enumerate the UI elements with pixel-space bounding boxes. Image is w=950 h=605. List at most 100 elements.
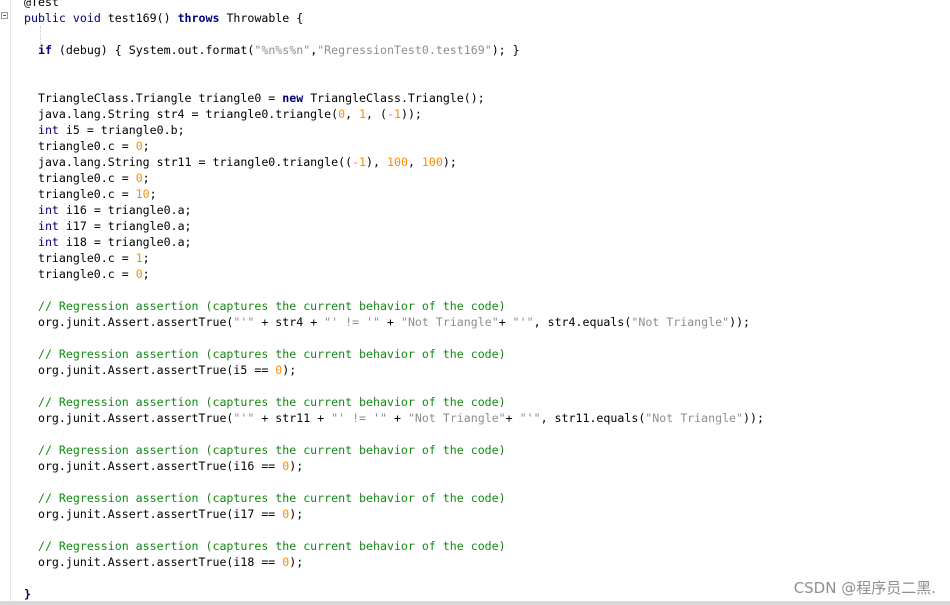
number-literal: 100	[386, 155, 408, 169]
comment: // Regression assertion (captures the cu…	[24, 443, 506, 457]
string-literal: "'"	[233, 411, 255, 425]
horizontal-scrollbar[interactable]	[0, 601, 950, 605]
code-text: );	[289, 507, 304, 521]
code-line[interactable]: int i17 = triangle0.a;	[24, 218, 764, 234]
code-text: @Test	[24, 0, 59, 9]
code-line[interactable]: int i16 = triangle0.a;	[24, 202, 764, 218]
string-literal: "Not Triangle"	[631, 315, 730, 329]
code-text: TriangleClass.Triangle triangle0 =	[24, 91, 283, 105]
code-line[interactable]: int i5 = triangle0.b;	[24, 122, 764, 138]
code-text: , str4.equals(	[533, 315, 632, 329]
keyword: }	[24, 587, 31, 601]
code-text: i17 = triangle0.a;	[58, 219, 192, 233]
code-line[interactable]: int i18 = triangle0.a;	[24, 234, 764, 250]
code-line[interactable]: // Regression assertion (captures the cu…	[24, 490, 764, 506]
code-line[interactable]: triangle0.c = 1;	[24, 250, 764, 266]
number-literal: -1	[352, 155, 367, 169]
keyword: if	[37, 43, 52, 57]
code-text: i16 = triangle0.a;	[58, 203, 192, 217]
code-text: triangle0.c =	[24, 251, 136, 265]
code-text: ;	[142, 171, 150, 185]
code-line[interactable]: // Regression assertion (captures the cu…	[24, 442, 764, 458]
code-line[interactable]: triangle0.c = 0;	[24, 170, 764, 186]
collapse-fold-icon[interactable]	[1, 12, 8, 19]
code-line[interactable]: org.junit.Assert.assertTrue("'" + str11 …	[24, 410, 764, 426]
code-line[interactable]	[24, 474, 764, 490]
string-literal: "Not Triangle"	[645, 411, 744, 425]
code-text: ),	[366, 155, 387, 169]
code-line[interactable]: triangle0.c = 0;	[24, 266, 764, 282]
string-literal: "'"	[519, 411, 541, 425]
code-text: ,	[345, 107, 360, 121]
code-line[interactable]	[24, 330, 764, 346]
code-text: org.junit.Assert.assertTrue(i5 ==	[24, 363, 276, 377]
editor-gutter	[0, 0, 11, 605]
code-line[interactable]	[24, 74, 764, 90]
code-line[interactable]	[24, 522, 764, 538]
code-line[interactable]: public void test169() throws Throwable {	[24, 10, 764, 26]
code-text: org.junit.Assert.assertTrue(i17 ==	[24, 507, 283, 521]
code-text: ));	[729, 315, 751, 329]
code-text: +	[498, 315, 513, 329]
code-line[interactable]	[24, 378, 764, 394]
type-keyword: int	[37, 219, 59, 233]
code-line[interactable]	[24, 282, 764, 298]
number-literal: 0	[135, 267, 143, 281]
code-text: ); }	[491, 43, 520, 57]
code-text: + str4 +	[254, 315, 325, 329]
code-line[interactable]: // Regression assertion (captures the cu…	[24, 394, 764, 410]
number-literal: -1	[387, 107, 401, 121]
code-text: java.lang.String str11 = triangle0.trian…	[24, 155, 353, 169]
code-line[interactable]: TriangleClass.Triangle triangle0 = new T…	[24, 90, 764, 106]
string-literal: "Not Triangle"	[407, 411, 506, 425]
code-text: org.junit.Assert.assertTrue(i18 ==	[24, 555, 283, 569]
code-line[interactable]: // Regression assertion (captures the cu…	[24, 538, 764, 554]
code-text: +	[380, 315, 401, 329]
code-line[interactable]	[24, 58, 764, 74]
code-text: org.junit.Assert.assertTrue(	[24, 315, 234, 329]
code-line[interactable]: org.junit.Assert.assertTrue(i16 == 0);	[24, 458, 764, 474]
code-editor[interactable]: @Test public void test169() throws Throwa…	[24, 0, 764, 602]
code-text: );	[289, 459, 304, 473]
code-line[interactable]: triangle0.c = 10;	[24, 186, 764, 202]
type-keyword: public	[24, 11, 66, 25]
number-literal: 0	[135, 171, 143, 185]
number-literal: 0	[135, 139, 143, 153]
code-text: ;	[142, 267, 150, 281]
code-text: );	[282, 363, 297, 377]
string-literal: "'"	[512, 315, 534, 329]
code-line[interactable]: org.junit.Assert.assertTrue(i18 == 0);	[24, 554, 764, 570]
code-text: triangle0.c =	[24, 187, 136, 201]
code-line[interactable]: // Regression assertion (captures the cu…	[24, 298, 764, 314]
type-keyword: int	[37, 235, 59, 249]
code-text: ));	[400, 107, 422, 121]
keyword: throws	[177, 11, 220, 25]
code-text: );	[442, 155, 457, 169]
code-line[interactable]: org.junit.Assert.assertTrue(i17 == 0);	[24, 506, 764, 522]
number-literal: 10	[135, 187, 150, 201]
code-line[interactable]: if (debug) { System.out.format("%n%s%n",…	[24, 42, 764, 58]
comment: // Regression assertion (captures the cu…	[24, 347, 506, 361]
code-line[interactable]	[24, 426, 764, 442]
code-line[interactable]: }	[24, 586, 764, 602]
code-line[interactable]: triangle0.c = 0;	[24, 138, 764, 154]
code-text: triangle0.c =	[24, 171, 136, 185]
code-line[interactable]: @Test	[24, 0, 764, 10]
comment: // Regression assertion (captures the cu…	[24, 491, 506, 505]
code-text: , str11.equals(	[540, 411, 646, 425]
number-literal: 1	[359, 107, 367, 121]
code-line[interactable]: java.lang.String str4 = triangle0.triang…	[24, 106, 764, 122]
code-line[interactable]: org.junit.Assert.assertTrue( "'" + str4 +…	[24, 314, 764, 330]
code-line[interactable]: java.lang.String str11 = triangle0.trian…	[24, 154, 764, 170]
code-line[interactable]	[24, 570, 764, 586]
string-literal: "RegressionTest0.test169"	[317, 43, 492, 57]
code-line[interactable]: // Regression assertion (captures the cu…	[24, 346, 764, 362]
code-line[interactable]	[24, 26, 764, 42]
code-text: ;	[142, 139, 150, 153]
code-line[interactable]: org.junit.Assert.assertTrue(i5 == 0);	[24, 362, 764, 378]
comment: // Regression assertion (captures the cu…	[24, 539, 506, 553]
